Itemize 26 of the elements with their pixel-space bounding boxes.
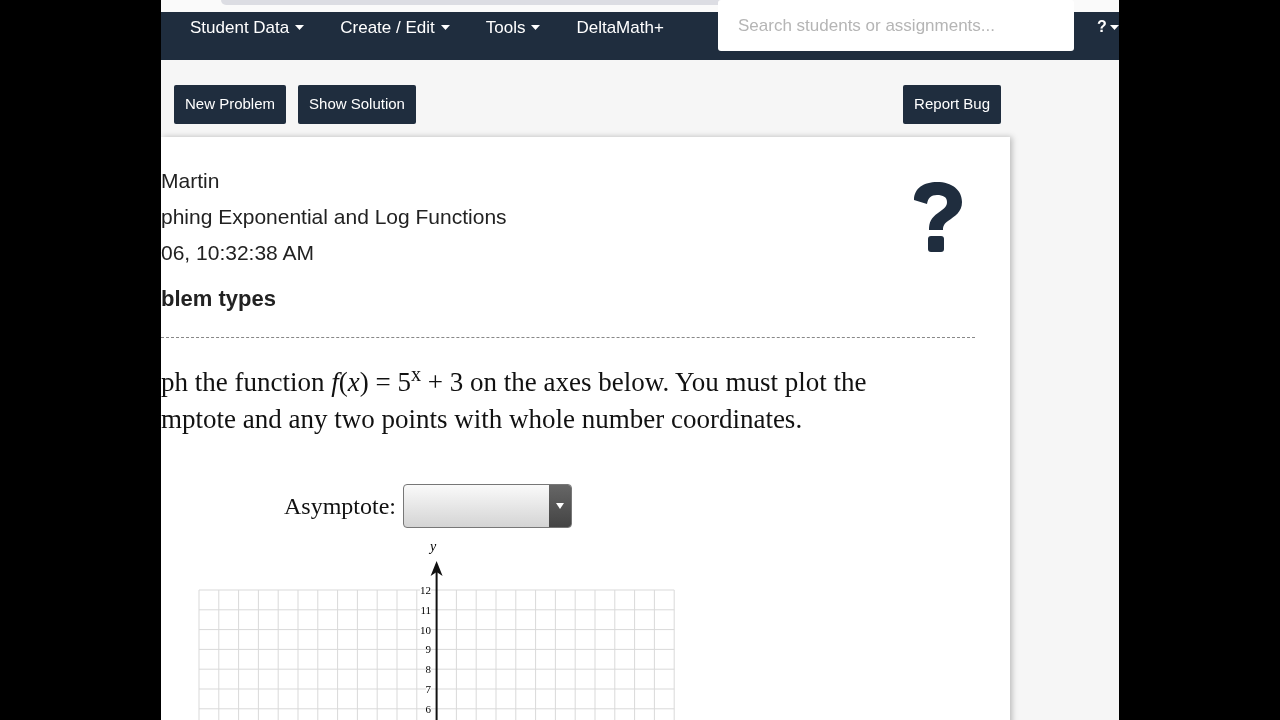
tick-label: 9 bbox=[425, 644, 431, 656]
asymptote-label: Asymptote: bbox=[284, 492, 396, 521]
section-heading: blem types bbox=[161, 285, 276, 313]
nav-menu-item[interactable]: DeltaMath+ bbox=[576, 15, 664, 41]
header-text: Martin bbox=[161, 168, 220, 194]
asymptote-dropdown[interactable] bbox=[403, 484, 572, 528]
header-text: 06, 10:32:38 AM bbox=[161, 240, 314, 266]
question-text: mptote and any two points with whole number coordinates. bbox=[161, 403, 803, 436]
tick-label: 10 bbox=[420, 624, 431, 636]
tick-label: 6 bbox=[425, 703, 431, 715]
tick-label: 11 bbox=[420, 604, 431, 616]
dropdown-arrow-icon bbox=[556, 503, 564, 509]
toolbar-button[interactable]: Show Solution bbox=[298, 85, 416, 124]
nav-menu-item[interactable]: Student Data bbox=[190, 15, 305, 41]
nav-menu-item[interactable]: Tools bbox=[485, 15, 541, 41]
toolbar-button[interactable]: Report Bug bbox=[903, 85, 1001, 124]
nav-menu-item[interactable]: Create / Edit bbox=[340, 15, 450, 41]
help-menu-button[interactable]: ? bbox=[1097, 15, 1119, 39]
question-text: ph the function f(x) = 5$^{x}$ + 3 on the axes below. You must plot the bbox=[161, 364, 867, 399]
toolbar-button[interactable]: New Problem bbox=[174, 85, 287, 124]
tick-label: 12 bbox=[420, 585, 431, 596]
search-field[interactable]: Search students or assignments... bbox=[718, 0, 1074, 51]
tick-label: 7 bbox=[425, 684, 431, 695]
header-text: phing Exponential and Log Functions bbox=[161, 204, 507, 230]
tick-label: 8 bbox=[425, 664, 431, 676]
axis-label: y bbox=[430, 540, 437, 554]
